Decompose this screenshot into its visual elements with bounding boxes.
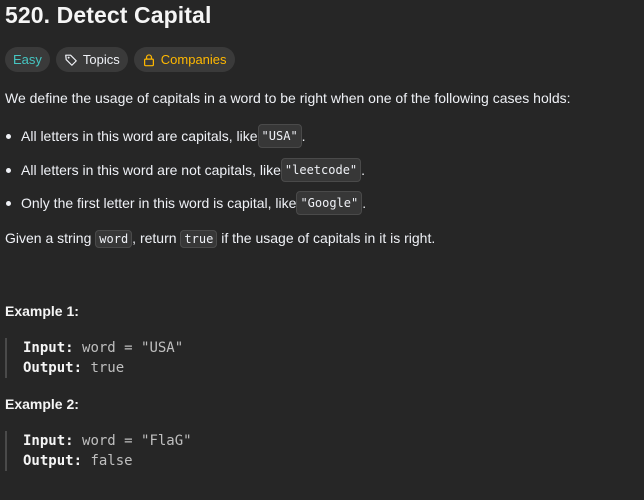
- description-intro: We define the usage of capitals in a wor…: [5, 90, 571, 106]
- output-value: false: [90, 453, 133, 469]
- companies-label: Companies: [160, 52, 227, 67]
- example-output-line: Output: true: [23, 358, 273, 378]
- input-value: word = "USA": [82, 340, 184, 356]
- output-label: Output:: [23, 453, 83, 469]
- input-label: Input:: [23, 340, 74, 356]
- case-text: All letters in this word are capitals, l…: [21, 128, 258, 144]
- case-suffix: .: [362, 195, 367, 211]
- task-text: , return: [132, 230, 181, 246]
- example-title: Example 2:: [5, 396, 79, 412]
- input-value: word = "FlaG": [82, 433, 192, 449]
- inline-code: "leetcode": [280, 158, 362, 182]
- topics-label: Topics: [82, 52, 120, 67]
- inline-code: "Google": [296, 191, 363, 215]
- problem-tags: Easy Topics Companies: [5, 47, 235, 72]
- list-item: All letters in this word are capitals, l…: [5, 124, 306, 148]
- bullet-dot: [6, 200, 11, 206]
- case-text: Only the first letter in this word is ca…: [21, 195, 297, 211]
- example-title: Example 1:: [5, 303, 79, 319]
- case-suffix: .: [361, 162, 366, 178]
- bullet-dot: [6, 133, 11, 139]
- case-suffix: .: [301, 128, 306, 144]
- inline-code: "USA": [257, 124, 302, 148]
- tag-icon: [64, 53, 78, 67]
- inline-code: word: [95, 230, 133, 248]
- case-text: All letters in this word are not capital…: [21, 162, 281, 178]
- output-label: Output:: [23, 360, 83, 376]
- example-output-line: Output: false: [23, 451, 273, 471]
- example-block: Input: word = "FlaG" Output: false: [5, 431, 273, 471]
- list-item: All letters in this word are not capital…: [5, 158, 365, 182]
- list-item: Only the first letter in this word is ca…: [5, 191, 366, 215]
- task-text: if the usage of capitals in it is right.: [217, 230, 436, 246]
- difficulty-label: Easy: [13, 52, 42, 67]
- example-block: Input: word = "USA" Output: true: [5, 338, 273, 378]
- input-label: Input:: [23, 433, 74, 449]
- task-statement: Given a string word, return true if the …: [5, 228, 435, 249]
- topics-button[interactable]: Topics: [55, 47, 128, 72]
- inline-code: true: [180, 230, 218, 248]
- problem-title: 520. Detect Capital: [5, 2, 212, 28]
- bullet-dot: [6, 167, 11, 173]
- difficulty-badge[interactable]: Easy: [5, 47, 50, 72]
- output-value: true: [90, 360, 125, 376]
- companies-button[interactable]: Companies: [133, 47, 235, 72]
- problem-description-panel: 520. Detect Capital Easy Topics Companie…: [0, 0, 644, 500]
- example-input-line: Input: word = "USA": [23, 338, 273, 358]
- example-input-line: Input: word = "FlaG": [23, 431, 273, 451]
- task-text: Given a string: [5, 230, 96, 246]
- lock-icon: [142, 53, 156, 67]
